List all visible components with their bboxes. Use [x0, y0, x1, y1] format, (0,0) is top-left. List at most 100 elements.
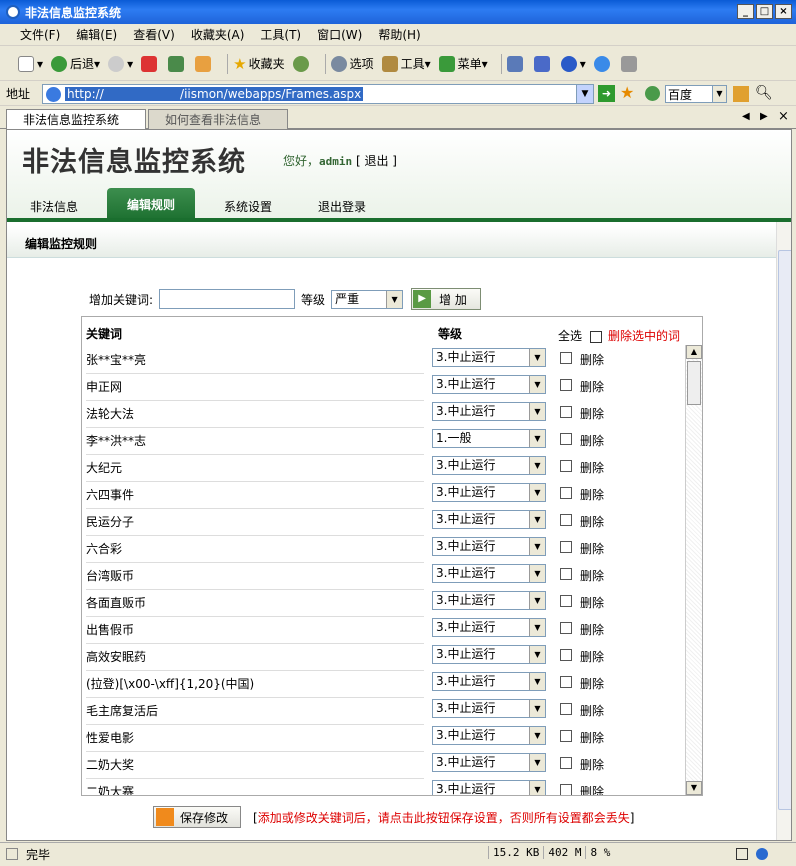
table-body: 张**宝**亮3.中止运行删除申正网3.中止运行删除法轮大法3.中止运行删除李*… — [82, 345, 686, 795]
table-scrollbar[interactable]: ▲ ▼ — [685, 345, 702, 795]
search-dropdown-icon[interactable]: ▼ — [712, 85, 727, 103]
row-delete-checkbox[interactable] — [560, 784, 572, 795]
print-button[interactable] — [620, 55, 640, 72]
row-delete-checkbox[interactable] — [560, 487, 572, 499]
row-level-select[interactable]: 3.中止运行 — [432, 753, 546, 772]
tools-button[interactable]: 工具 ▾ — [381, 55, 431, 72]
row-level-select[interactable]: 3.中止运行 — [432, 456, 546, 475]
keyword-cell: 二奶大赛 — [86, 783, 424, 795]
row-level-select[interactable]: 3.中止运行 — [432, 402, 546, 421]
row-delete-label: 删除 — [580, 569, 605, 583]
sidebar-button[interactable] — [506, 55, 526, 72]
menu-file[interactable]: 文件(F) — [20, 26, 60, 43]
keyword-input[interactable] — [159, 289, 296, 309]
home-button[interactable] — [195, 55, 214, 72]
stop-button[interactable] — [141, 55, 160, 72]
menu-tools[interactable]: 工具(T) — [260, 26, 301, 43]
history-button[interactable] — [292, 55, 312, 72]
favorite-star-icon[interactable]: ★ — [620, 83, 634, 102]
address-input[interactable]: http:// /iismon/webapps/Frames.aspx ▼ — [42, 84, 594, 104]
menu-view[interactable]: 查看(V) — [133, 26, 175, 43]
row-delete-checkbox[interactable] — [560, 568, 572, 580]
tab-scroll-left-icon[interactable]: ◀ — [742, 111, 750, 122]
row-level-select[interactable]: 1.一般 — [432, 429, 546, 448]
refresh-button[interactable] — [168, 55, 187, 72]
select-all-checkbox[interactable] — [590, 330, 603, 343]
row-level-select[interactable]: 3.中止运行 — [432, 375, 546, 394]
ie-button[interactable] — [593, 55, 613, 72]
tab-how-to-view[interactable]: 如何查看非法信息 — [148, 109, 288, 129]
row-delete-checkbox[interactable] — [560, 676, 572, 688]
menu-favorites[interactable]: 收藏夹(A) — [191, 26, 245, 43]
row-delete-checkbox[interactable] — [560, 622, 572, 634]
row-delete-checkbox[interactable] — [560, 649, 572, 661]
row-delete-checkbox[interactable] — [560, 460, 572, 472]
minimize-button[interactable]: _ — [737, 4, 754, 19]
tab-scroll-right-icon[interactable]: ▶ — [760, 111, 768, 122]
maximize-button[interactable]: □ — [756, 4, 773, 19]
row-delete-checkbox[interactable] — [560, 757, 572, 769]
row-delete-label: 删除 — [580, 677, 605, 691]
address-label: 地址 — [6, 87, 31, 101]
row-delete-checkbox[interactable] — [560, 406, 572, 418]
row-level-select[interactable]: 3.中止运行 — [432, 564, 546, 583]
row-level-select[interactable]: 3.中止运行 — [432, 726, 546, 745]
row-level-select[interactable]: 3.中止运行 — [432, 591, 546, 610]
menu-button[interactable]: 菜单 ▾ — [438, 55, 488, 72]
row-delete-checkbox[interactable] — [560, 730, 572, 742]
table-scroll-thumb[interactable] — [687, 361, 701, 405]
scroll-up-icon[interactable]: ▲ — [686, 345, 702, 359]
home-icon — [195, 55, 212, 72]
row-delete-checkbox[interactable] — [560, 703, 572, 715]
menu-window[interactable]: 窗口(W) — [317, 26, 362, 43]
address-dropdown-icon[interactable]: ▼ — [576, 85, 593, 103]
nav-edit-rules[interactable]: 编辑规则 — [107, 188, 195, 222]
search-icon[interactable]: 🔍︎ — [755, 85, 773, 101]
pen-icon[interactable] — [733, 86, 749, 102]
row-delete-checkbox[interactable] — [560, 595, 572, 607]
globe-icon[interactable] — [645, 86, 660, 101]
select-all-group: 全选 删除选中的词 — [558, 327, 680, 344]
page-scroll-thumb[interactable] — [778, 250, 791, 810]
toolbar-divider — [324, 53, 326, 74]
page-scrollbar[interactable] — [776, 222, 791, 840]
delete-selected-link[interactable]: 删除选中的词 — [608, 329, 680, 343]
level-select[interactable]: 严重 — [331, 289, 404, 309]
row-level-select[interactable]: 3.中止运行 — [432, 348, 546, 367]
add-button[interactable]: ▶ 增 加 — [411, 288, 482, 310]
menu-help[interactable]: 帮助(H) — [378, 26, 420, 43]
logout-link[interactable]: [ 退出 ] — [356, 154, 397, 168]
tab-monitor-system[interactable]: 非法信息监控系统 — [6, 109, 146, 129]
row-delete-checkbox[interactable] — [560, 352, 572, 364]
keyword-cell: 大纪元 — [86, 459, 424, 482]
scroll-down-icon[interactable]: ▼ — [686, 781, 702, 795]
keyword-cell: 李**洪**志 — [86, 432, 424, 455]
row-level-select[interactable]: 3.中止运行 — [432, 618, 546, 637]
row-level-select[interactable]: 3.中止运行 — [432, 537, 546, 556]
row-level-select[interactable]: 3.中止运行 — [432, 483, 546, 502]
go-icon[interactable]: ➜ — [598, 85, 615, 102]
clear-button[interactable] — [533, 55, 553, 72]
undo-button[interactable]: ▾ — [560, 55, 586, 72]
new-page-button[interactable]: ▾ — [18, 55, 43, 72]
row-delete-checkbox[interactable] — [560, 433, 572, 445]
row-delete-checkbox[interactable] — [560, 379, 572, 391]
favorites-button[interactable]: ★ 收藏夹 — [233, 55, 284, 73]
toolbar: ▾ 后退 ▾ ▾ ★ 收藏夹 选项 工具 ▾ 菜单 ▾ ▾ — [0, 47, 796, 81]
table-row: 台湾贩币 3.中止运行 删除 — [82, 561, 686, 590]
row-level-select[interactable]: 3.中止运行 — [432, 699, 546, 718]
save-button[interactable]: 保存修改 — [153, 806, 241, 828]
row-delete-checkbox[interactable] — [560, 541, 572, 553]
row-level-select[interactable]: 3.中止运行 — [432, 510, 546, 529]
forward-button[interactable]: ▾ — [108, 55, 133, 72]
row-level-select[interactable]: 3.中止运行 — [432, 645, 546, 664]
options-button[interactable]: 选项 — [330, 55, 374, 72]
menu-edit[interactable]: 编辑(E) — [76, 26, 117, 43]
close-button[interactable]: × — [775, 4, 792, 19]
row-delete-checkbox[interactable] — [560, 514, 572, 526]
tab-close-icon[interactable]: × — [778, 109, 789, 124]
back-button[interactable]: 后退 ▾ — [51, 55, 100, 72]
row-level-select[interactable]: 3.中止运行 — [432, 672, 546, 691]
table-row: 李**洪**志 1.一般 删除 — [82, 426, 686, 455]
row-level-select[interactable]: 3.中止运行 — [432, 780, 546, 795]
